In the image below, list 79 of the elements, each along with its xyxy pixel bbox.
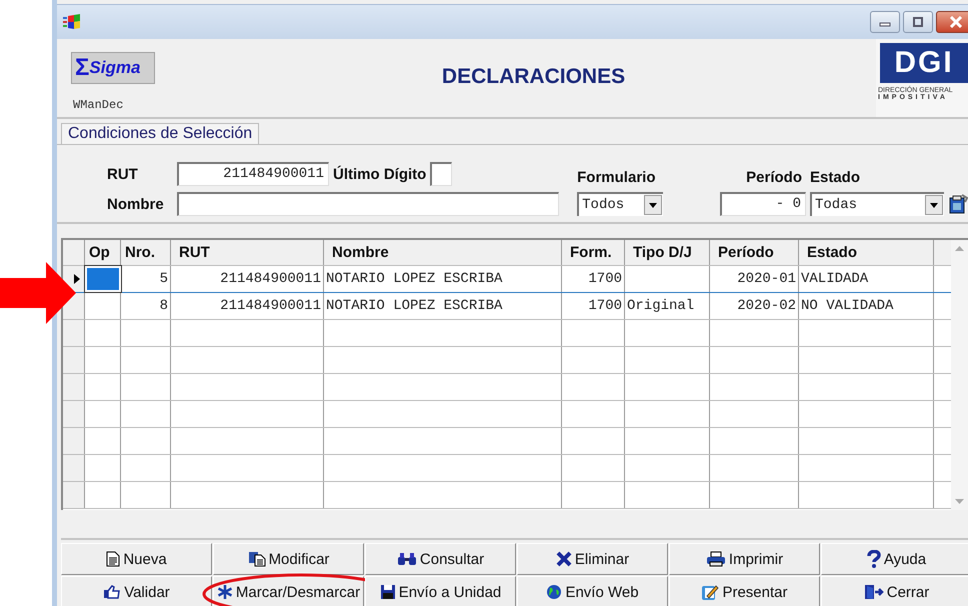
name-cell: NOTARIO LOPEZ ESCRIBA [324,293,562,319]
number-cell: 8 [121,293,171,319]
globe-icon [546,584,562,600]
form-cell: 1700 [562,266,625,292]
action-button[interactable]: Envío Web [517,576,668,606]
row-header[interactable] [63,320,85,346]
action-button[interactable]: Cerrar [821,576,968,606]
form-dropdown[interactable]: Todos [577,192,664,216]
row-header[interactable] [63,428,85,454]
door-exit-icon [864,584,884,600]
printer-icon [706,551,726,567]
field-label: Formulario [577,169,656,186]
status-cell: NO VALIDADA [799,293,934,319]
column-header[interactable]: Estado [799,240,934,265]
tab[interactable]: Condiciones de Selección [61,123,260,144]
form-cell: 1700 [562,293,625,319]
clipboard-pen-icon [701,583,720,601]
op-cell [85,266,121,292]
digit-field[interactable] [430,162,452,186]
document-icon [106,551,120,567]
clipboard-icon[interactable] [948,194,968,214]
action-button[interactable]: Eliminar [517,543,668,575]
field-label: Período [746,169,803,186]
column-header[interactable]: Form. [562,240,625,265]
documents-icon [248,551,266,567]
close-icon [949,16,963,28]
status-dropdown[interactable]: Todas [810,192,944,216]
close-button[interactable] [936,11,968,33]
action-button[interactable]: Ayuda [821,543,968,575]
rut-cell: 211484900011 [171,293,324,319]
caret-icon [649,202,658,208]
field-label: Estado [810,169,862,186]
column-header[interactable]: RUT [171,240,324,265]
row-header[interactable] [63,374,85,400]
module-name: WManDec [72,98,124,112]
period-cell: 2020-01 [710,266,799,292]
field-label: Nombre [107,196,165,212]
cross-icon [556,551,572,567]
windows-flag-icon [63,14,81,30]
row-header[interactable] [63,401,85,427]
column-header[interactable]: Nro. [121,240,171,265]
maximize-button[interactable] [903,11,933,33]
period-field[interactable]: - 0 [720,192,806,216]
action-button[interactable]: Imprimir [669,543,820,575]
row-header[interactable] [63,347,85,373]
number-cell: 5 [121,266,171,292]
minimize-button[interactable] [870,11,900,33]
caret-icon [930,202,938,208]
column-header[interactable]: Período [710,240,799,265]
action-button[interactable]: Validar [61,576,212,606]
type-cell: Original [625,293,710,319]
row-header[interactable] [63,455,85,481]
name-cell: NOTARIO LOPEZ ESCRIBA [324,266,562,292]
name-field[interactable] [177,192,559,216]
field-label: RUT [107,166,139,182]
row-header[interactable] [63,482,85,508]
maximize-icon [911,17,925,27]
scroll-up-icon [955,246,964,251]
action-button[interactable]: Consultar [365,543,516,575]
sigma-logo: ΣSigma [71,52,155,84]
action-button[interactable]: Marcar/Desmarcar [213,576,364,606]
status-cell: VALIDADA [799,266,934,292]
question-icon [866,550,881,568]
thumbs-up-icon [103,585,122,599]
page-heading: DECLARACIONES [440,64,626,89]
scrollbar[interactable] [951,240,968,510]
rut-field[interactable]: 211484900011 [177,162,329,186]
column-header[interactable]: Nombre [324,240,562,265]
action-button[interactable]: Modificar [213,543,364,575]
field-label: Último Dígito [333,166,426,182]
binoculars-icon [396,552,417,566]
column-header[interactable]: Tipo D/J [625,240,710,265]
scroll-down-icon [955,499,964,504]
action-button[interactable]: Nueva [61,543,212,575]
rut-cell: 211484900011 [171,266,324,292]
action-button[interactable]: Envío a Unidad [365,576,516,606]
period-cell: 2020-02 [710,293,799,319]
action-button[interactable]: Presentar [669,576,820,606]
asterisk-icon [216,584,233,600]
